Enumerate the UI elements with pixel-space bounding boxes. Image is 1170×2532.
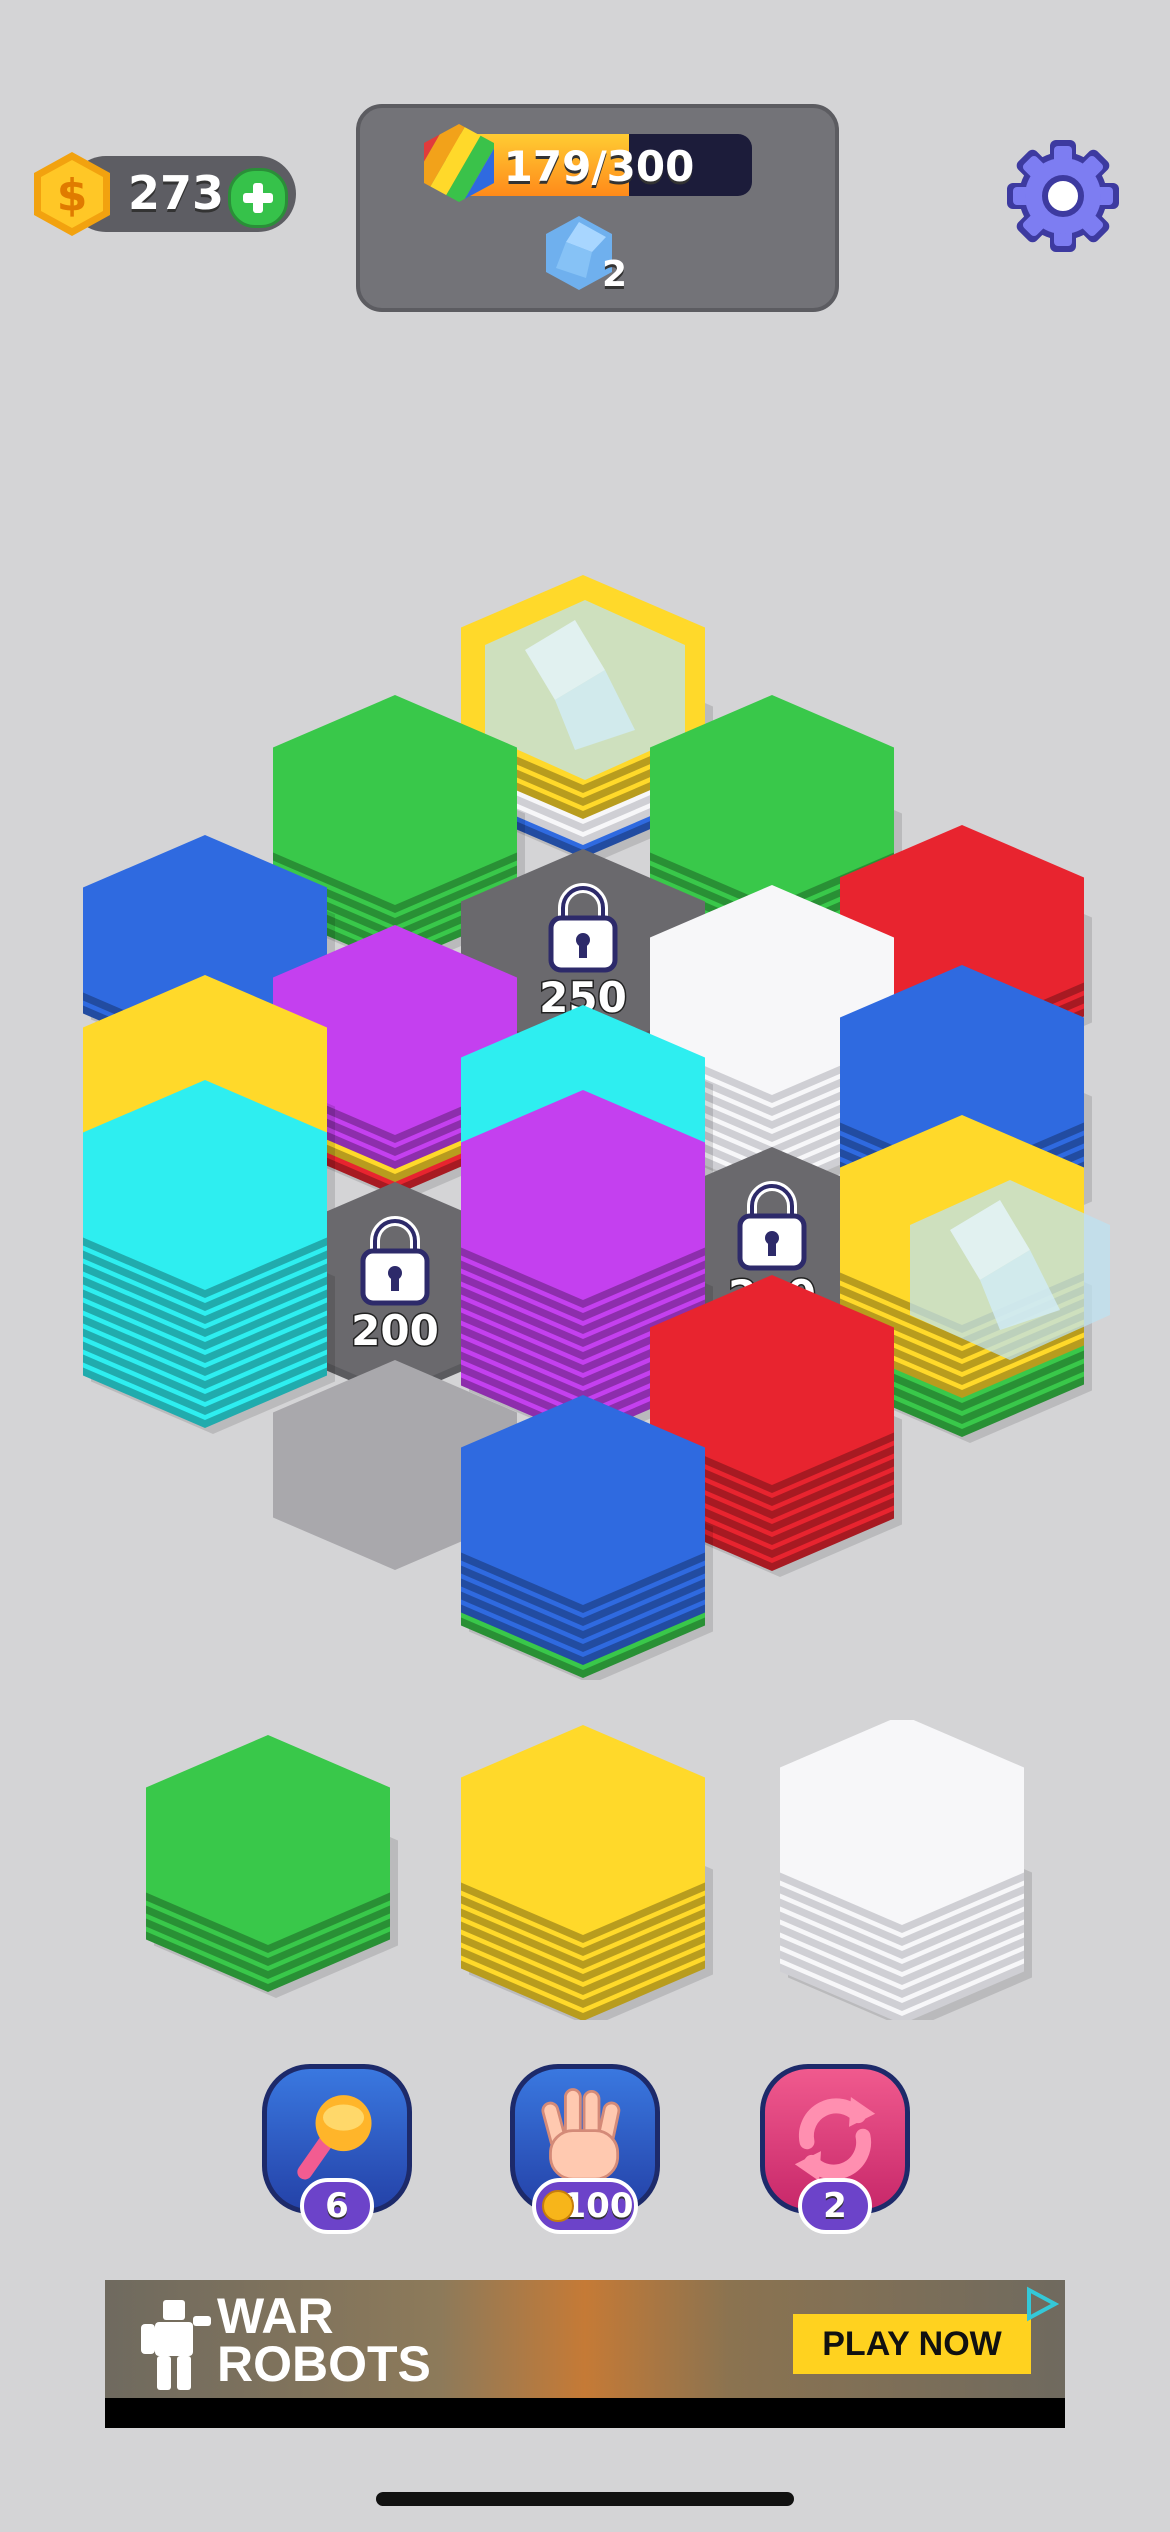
stack-tray[interactable] bbox=[0, 1720, 1170, 2020]
shuffle-booster-button[interactable]: 2 bbox=[760, 2064, 910, 2234]
level-progress-panel: 179/300 2 bbox=[356, 104, 839, 312]
hex-board[interactable]: 250200200 bbox=[0, 560, 1170, 1680]
tray-stack-green[interactable] bbox=[146, 1735, 398, 1998]
shuffle-count-badge: 2 bbox=[798, 2178, 872, 2234]
hand-cost-badge: 100 bbox=[532, 2178, 638, 2234]
tray-stack-yellow[interactable] bbox=[461, 1725, 713, 2020]
hammer-booster-button[interactable]: 6 bbox=[262, 2064, 412, 2234]
tray-stack-white[interactable] bbox=[780, 1720, 1032, 2020]
ad-brand-line1: WAR bbox=[217, 2288, 334, 2344]
stack-cyan-left[interactable] bbox=[83, 1080, 335, 1434]
coin-icon: $ bbox=[34, 152, 110, 236]
robot-logo-icon bbox=[141, 2300, 211, 2390]
ad-choices-icon[interactable] bbox=[1021, 2284, 1061, 2324]
svg-text:$: $ bbox=[57, 170, 88, 221]
stack-blue-bottom[interactable] bbox=[461, 1395, 713, 1680]
ad-bottom-bar bbox=[105, 2398, 1065, 2428]
add-coins-button[interactable] bbox=[228, 168, 288, 228]
ad-play-now-button[interactable]: PLAY NOW bbox=[793, 2314, 1031, 2374]
settings-gear-icon[interactable] bbox=[1003, 136, 1123, 256]
rainbow-hex-icon bbox=[424, 124, 494, 202]
ad-banner[interactable]: WAR ROBOTS PLAY NOW bbox=[105, 2280, 1065, 2428]
hand-booster-button[interactable]: 100 bbox=[510, 2064, 660, 2234]
ad-brand-line2: ROBOTS bbox=[217, 2336, 431, 2392]
mini-coin-icon bbox=[542, 2190, 574, 2222]
hammer-count-badge: 6 bbox=[300, 2178, 374, 2234]
lock-cost-label: 200 bbox=[351, 1306, 439, 1355]
crystal-count: 2 bbox=[602, 254, 628, 295]
coin-balance: $ 273 bbox=[28, 150, 298, 238]
coin-count: 273 bbox=[128, 166, 225, 220]
home-indicator[interactable] bbox=[376, 2492, 794, 2506]
